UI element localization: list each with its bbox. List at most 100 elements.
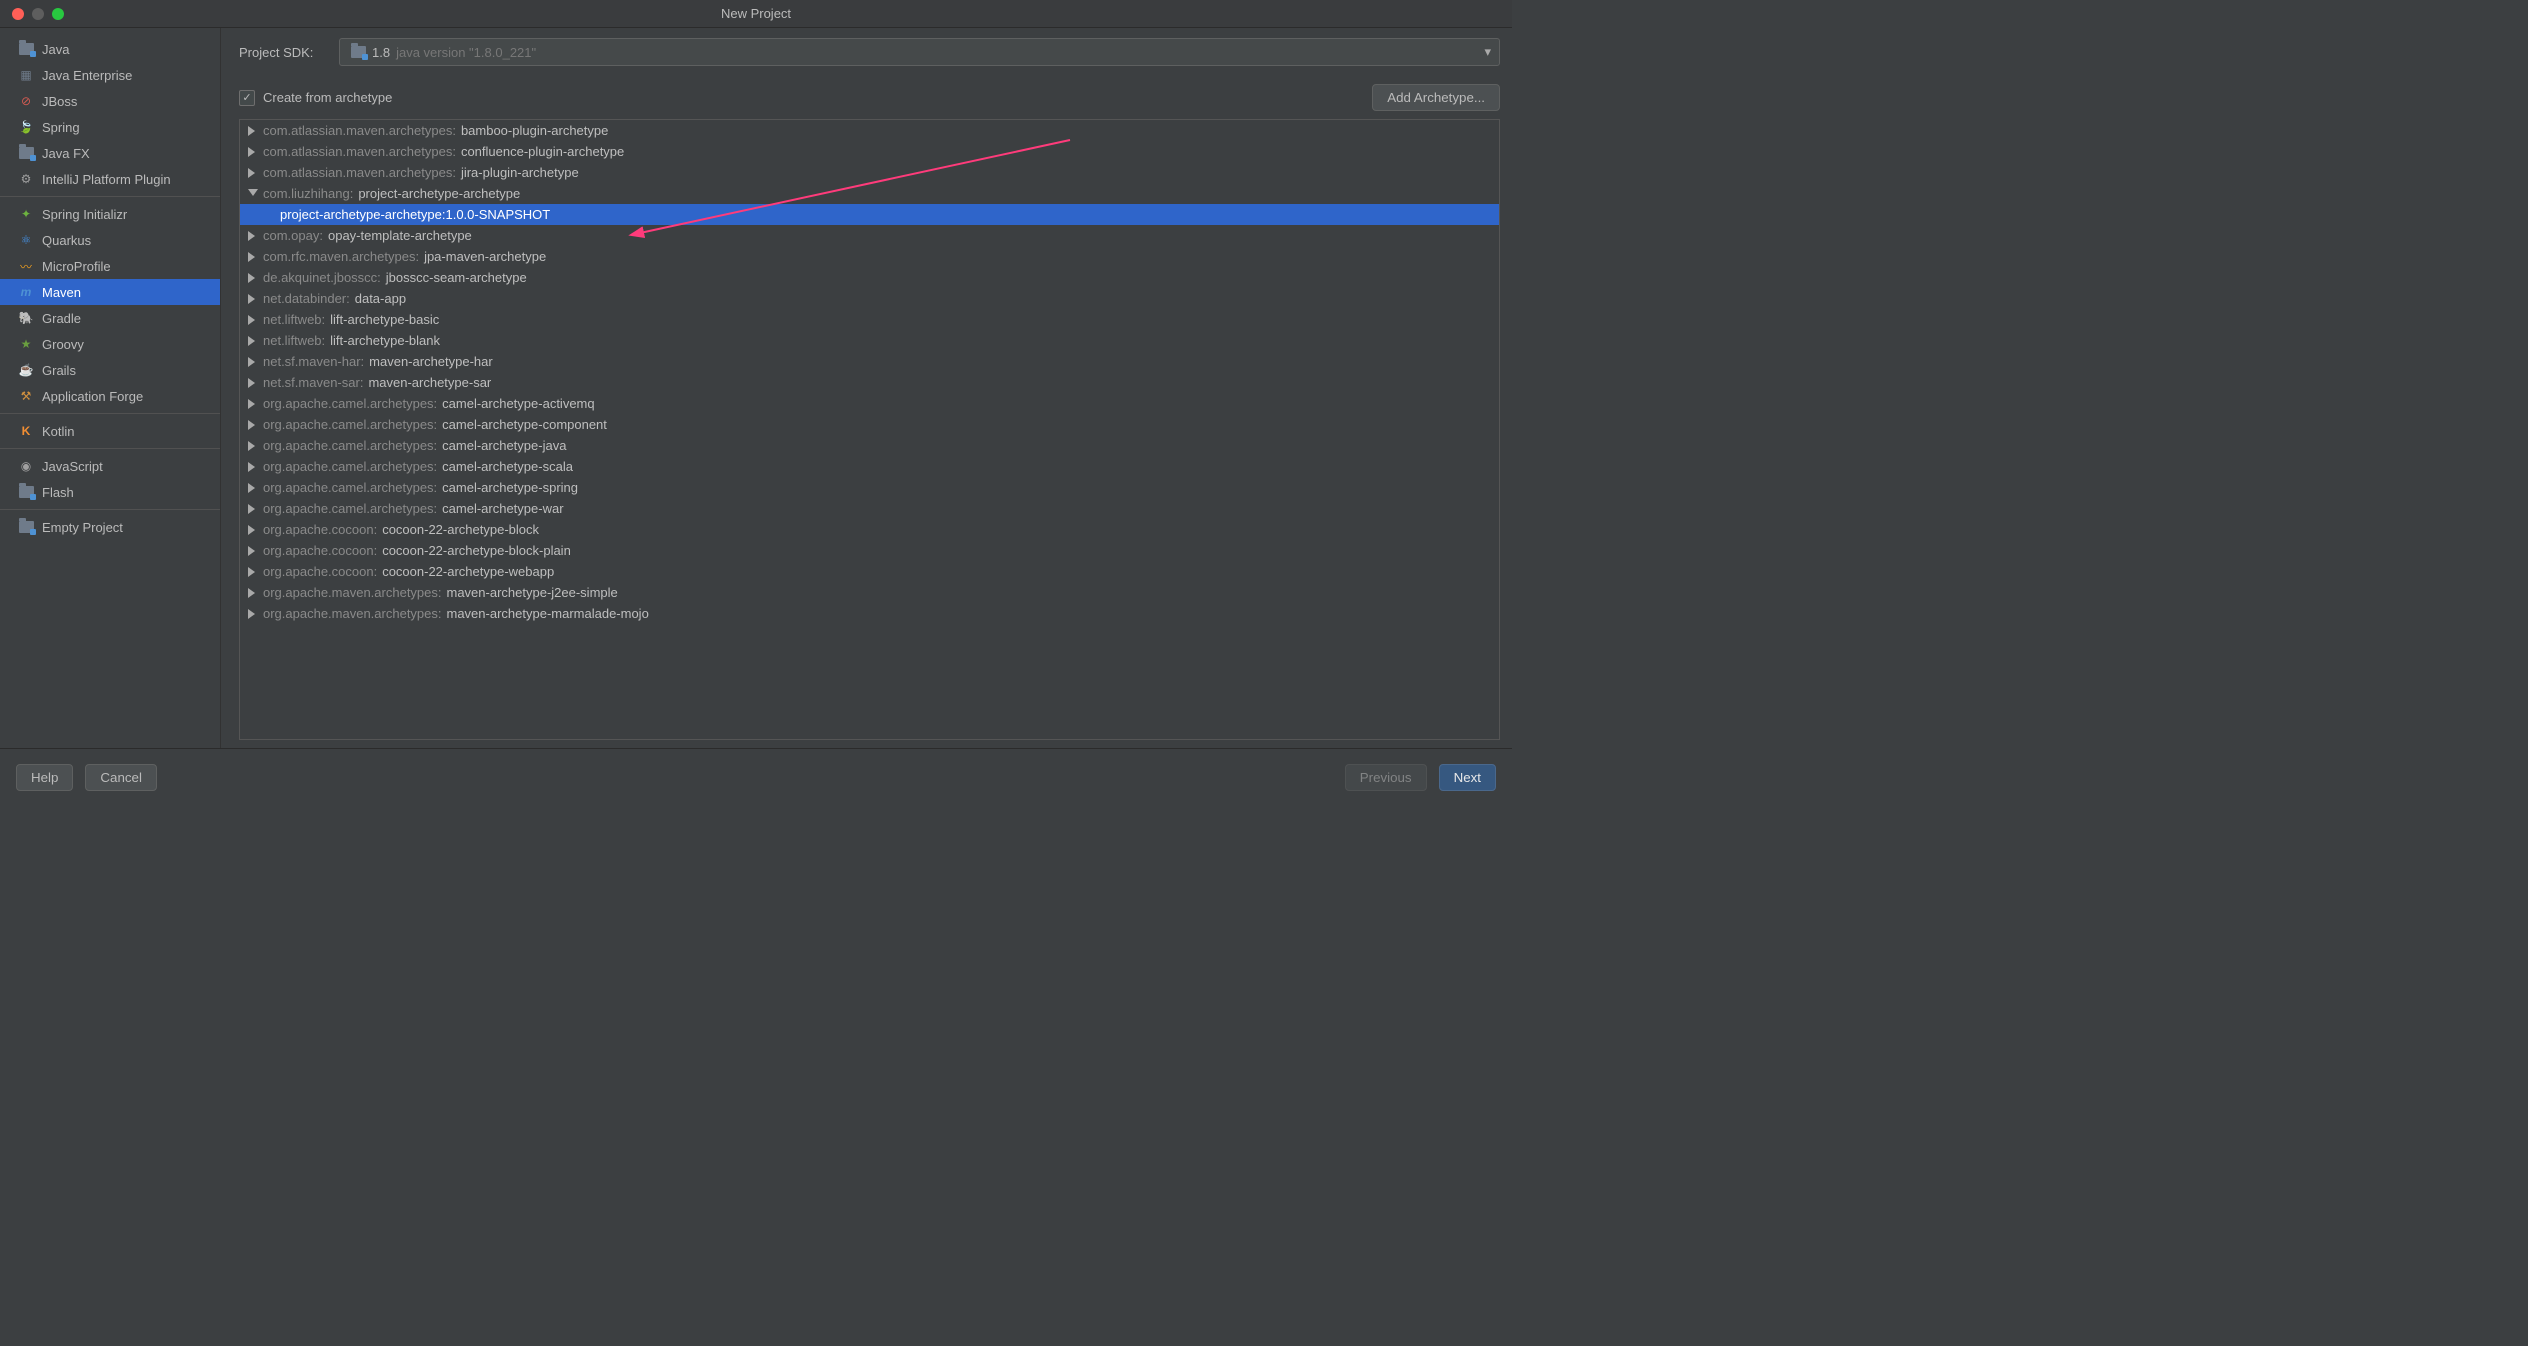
archetype-row[interactable]: com.liuzhihang:project-archetype-archety… bbox=[240, 183, 1499, 204]
cancel-button[interactable]: Cancel bbox=[85, 764, 157, 791]
archetype-row[interactable]: org.apache.camel.archetypes:camel-archet… bbox=[240, 456, 1499, 477]
sidebar-item-spring-initializr[interactable]: ✦Spring Initializr bbox=[0, 201, 220, 227]
archetype-row[interactable]: com.opay: opay-template-archetype bbox=[240, 225, 1499, 246]
archetype-row[interactable]: org.apache.cocoon: cocoon-22-archetype-bl… bbox=[240, 540, 1499, 561]
sidebar-item-label: IntelliJ Platform Plugin bbox=[42, 172, 171, 187]
archetype-group: org.apache.maven.archetypes: bbox=[263, 585, 442, 600]
archetype-name: jpa-maven-archetype bbox=[424, 249, 546, 264]
archetype-name: maven-archetype-har bbox=[369, 354, 493, 369]
sidebar-item-flash[interactable]: Flash bbox=[0, 479, 220, 505]
sidebar-item-java-enterprise[interactable]: ▦Java Enterprise bbox=[0, 62, 220, 88]
chevron-right-icon bbox=[248, 252, 258, 262]
chevron-right-icon bbox=[248, 441, 258, 451]
archetype-row[interactable]: net.sf.maven-har:maven-archetype-har bbox=[240, 351, 1499, 372]
archetype-row[interactable]: net.databinder: data-app bbox=[240, 288, 1499, 309]
sidebar-item-label: Maven bbox=[42, 285, 81, 300]
add-archetype-button[interactable]: Add Archetype... bbox=[1372, 84, 1500, 111]
minimize-window-icon[interactable] bbox=[32, 8, 44, 20]
archetype-name: cocoon-22-archetype-webapp bbox=[382, 564, 554, 579]
chevron-right-icon bbox=[248, 420, 258, 430]
chevron-right-icon bbox=[248, 231, 258, 241]
spark-icon: ✦ bbox=[18, 206, 34, 222]
sidebar-item-maven[interactable]: m Maven bbox=[0, 279, 220, 305]
folder-icon bbox=[18, 519, 34, 535]
archetype-row[interactable]: org.apache.camel.archetypes:camel-archet… bbox=[240, 414, 1499, 435]
sidebar-item-label: Application Forge bbox=[42, 389, 143, 404]
archetype-row[interactable]: org.apache.camel.archetypes:camel-archet… bbox=[240, 393, 1499, 414]
archetype-row[interactable]: com.rfc.maven.archetypes:jpa-maven-arche… bbox=[240, 246, 1499, 267]
chevron-right-icon bbox=[248, 483, 258, 493]
archetype-group: de.akquinet.jbosscc: bbox=[263, 270, 381, 285]
archetype-group: net.liftweb: bbox=[263, 312, 325, 327]
archetype-row[interactable]: com.atlassian.maven.archetypes: bamboo-pl… bbox=[240, 120, 1499, 141]
help-button[interactable]: Help bbox=[16, 764, 73, 791]
archetype-row[interactable]: net.liftweb:lift-archetype-basic bbox=[240, 309, 1499, 330]
archetype-name: camel-archetype-java bbox=[442, 438, 566, 453]
archetype-group: org.apache.cocoon: bbox=[263, 543, 377, 558]
archetype-group: org.apache.camel.archetypes: bbox=[263, 501, 437, 516]
archetype-name: confluence-plugin-archetype bbox=[461, 144, 624, 159]
sdk-select[interactable]: 1.8 java version "1.8.0_221" ▾ bbox=[339, 38, 1500, 66]
archetype-row[interactable]: net.liftweb:lift-archetype-blank bbox=[240, 330, 1499, 351]
archetype-row[interactable]: org.apache.camel.archetypes:camel-archet… bbox=[240, 498, 1499, 519]
archetype-row[interactable]: de.akquinet.jbosscc: jbosscc-seam-archety… bbox=[240, 267, 1499, 288]
archetype-group: com.opay: bbox=[263, 228, 323, 243]
create-from-archetype-checkbox[interactable]: ✓ Create from archetype bbox=[239, 90, 392, 106]
archetype-group: com.atlassian.maven.archetypes: bbox=[263, 123, 456, 138]
archetype-version-row[interactable]: project-archetype-archetype:1.0.0-SNAPSH… bbox=[240, 204, 1499, 225]
dialog-footer: Help Cancel Previous Next bbox=[0, 748, 1512, 806]
sidebar-item-empty-project[interactable]: Empty Project bbox=[0, 514, 220, 540]
archetype-row[interactable]: org.apache.maven.archetypes:maven-archet… bbox=[240, 603, 1499, 624]
archetype-name: camel-archetype-component bbox=[442, 417, 607, 432]
sidebar-item-jboss[interactable]: ⊘JBoss bbox=[0, 88, 220, 114]
sidebar-item-groovy[interactable]: ★Groovy bbox=[0, 331, 220, 357]
sidebar-item-label: Flash bbox=[42, 485, 74, 500]
sidebar-item-microprofile[interactable]: 〰 MicroProfile bbox=[0, 253, 220, 279]
archetype-row[interactable]: org.apache.cocoon:cocoon-22-archetype-we… bbox=[240, 561, 1499, 582]
archetype-name: jbosscc-seam-archetype bbox=[386, 270, 527, 285]
sidebar-item-quarkus[interactable]: ⚛Quarkus bbox=[0, 227, 220, 253]
archetype-name: data-app bbox=[355, 291, 406, 306]
archetype-row[interactable]: com.atlassian.maven.archetypes:confluenc… bbox=[240, 141, 1499, 162]
archetype-name: bamboo-plugin-archetype bbox=[461, 123, 608, 138]
archetype-name: maven-archetype-j2ee-simple bbox=[447, 585, 618, 600]
sidebar-item-java-fx[interactable]: Java FX bbox=[0, 140, 220, 166]
sidebar-item-spring[interactable]: 🍃Spring bbox=[0, 114, 220, 140]
plug-icon: ⚙ bbox=[18, 171, 34, 187]
cup-icon: ☕ bbox=[18, 362, 34, 378]
sidebar-item-label: Grails bbox=[42, 363, 76, 378]
maximize-window-icon[interactable] bbox=[52, 8, 64, 20]
archetype-row[interactable]: com.atlassian.maven.archetypes:jira-plug… bbox=[240, 162, 1499, 183]
waves-icon: 〰 bbox=[18, 258, 34, 274]
m-icon: m bbox=[18, 284, 34, 300]
sidebar-item-application-forge[interactable]: ⚒ Application Forge bbox=[0, 383, 220, 409]
next-button[interactable]: Next bbox=[1439, 764, 1496, 791]
sidebar-item-label: MicroProfile bbox=[42, 259, 111, 274]
archetype-group: net.databinder: bbox=[263, 291, 350, 306]
archetype-tree[interactable]: com.atlassian.maven.archetypes: bamboo-pl… bbox=[239, 119, 1500, 740]
sidebar-item-gradle[interactable]: 🐘Gradle bbox=[0, 305, 220, 331]
archetype-row[interactable]: org.apache.cocoon:cocoon-22-archetype-bl… bbox=[240, 519, 1499, 540]
archetype-row[interactable]: net.sf.maven-sar:maven-archetype-sar bbox=[240, 372, 1499, 393]
archetype-name: opay-template-archetype bbox=[328, 228, 472, 243]
archetype-row[interactable]: org.apache.maven.archetypes: maven-archet… bbox=[240, 582, 1499, 603]
archetype-row[interactable]: org.apache.camel.archetypes:camel-archet… bbox=[240, 477, 1499, 498]
sidebar-item-java[interactable]: Java bbox=[0, 36, 220, 62]
sidebar-item-label: Java bbox=[42, 42, 69, 57]
archetype-row[interactable]: org.apache.camel.archetypes:camel-archet… bbox=[240, 435, 1499, 456]
chevron-right-icon bbox=[248, 567, 258, 577]
sidebar-item-intellij-platform-plugin[interactable]: ⚙ IntelliJ Platform Plugin bbox=[0, 166, 220, 192]
grid-icon: ▦ bbox=[18, 67, 34, 83]
chevron-right-icon bbox=[248, 399, 258, 409]
sidebar-item-kotlin[interactable]: KKotlin bbox=[0, 418, 220, 444]
archetype-name: cocoon-22-archetype-block-plain bbox=[382, 543, 571, 558]
anvil-icon: ⚒ bbox=[18, 388, 34, 404]
sidebar-item-grails[interactable]: ☕ Grails bbox=[0, 357, 220, 383]
folder-icon bbox=[18, 484, 34, 500]
archetype-name: lift-archetype-blank bbox=[330, 333, 440, 348]
archetype-group: org.apache.camel.archetypes: bbox=[263, 459, 437, 474]
previous-button[interactable]: Previous bbox=[1345, 764, 1427, 791]
sidebar-item-javascript[interactable]: ◉JavaScript bbox=[0, 453, 220, 479]
close-window-icon[interactable] bbox=[12, 8, 24, 20]
leaf-icon: 🍃 bbox=[18, 119, 34, 135]
